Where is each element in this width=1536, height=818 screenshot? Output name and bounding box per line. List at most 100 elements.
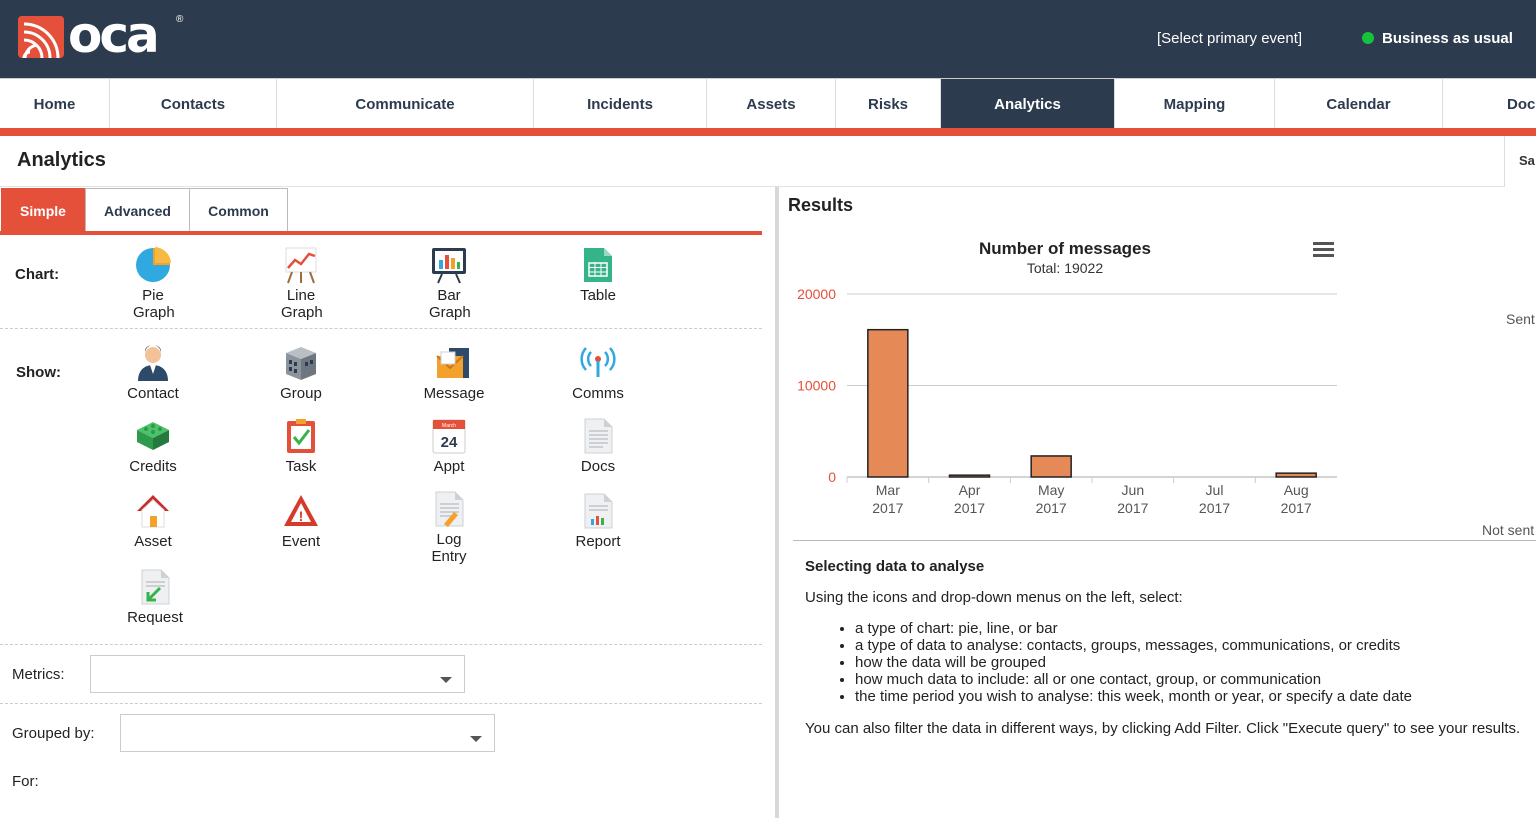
section-divider: [0, 644, 762, 645]
chart-bars: [867, 328, 1317, 478]
logo-signal-icon: [18, 16, 64, 58]
contact-label: Contact: [127, 385, 179, 402]
bar[interactable]: [1275, 472, 1317, 478]
log-entry-option[interactable]: Log Entry: [394, 490, 504, 565]
asset-option[interactable]: Asset: [98, 492, 208, 550]
x-tick-label: Jul: [1206, 482, 1224, 498]
group-option[interactable]: Group: [246, 344, 356, 402]
show-type-label: Show:: [16, 364, 61, 381]
primary-event-selector[interactable]: [Select primary event]: [1157, 30, 1302, 47]
task-option[interactable]: Task: [246, 417, 356, 475]
help-intro: Using the icons and drop-down menus on t…: [805, 589, 1183, 606]
nav-analytics[interactable]: Analytics: [941, 79, 1115, 129]
x-tick-label: Apr: [959, 482, 981, 498]
page-title: Analytics: [17, 149, 106, 171]
logo-registered-mark: ®: [176, 14, 184, 25]
event-label: Event: [281, 533, 321, 550]
bar-graph-label: Bar Graph: [429, 287, 471, 321]
main-nav: Home Contacts Communicate Incidents Asse…: [0, 78, 1536, 129]
line-graph-label: Line Graph: [281, 287, 323, 321]
chart-subtitle: Total: 19022: [1027, 260, 1103, 276]
x-tick-label: 2017: [954, 500, 985, 516]
save-button[interactable]: Sa: [1504, 136, 1536, 187]
table-icon: [579, 246, 617, 284]
nav-contacts[interactable]: Contacts: [110, 79, 277, 129]
tab-underline: [0, 231, 762, 235]
message-option[interactable]: Message: [399, 344, 509, 402]
nav-mapping[interactable]: Mapping: [1115, 79, 1275, 129]
logo-text: oca: [68, 6, 160, 64]
status-dot-icon: [1362, 32, 1374, 44]
comms-icon: [579, 344, 617, 382]
bar[interactable]: [948, 474, 991, 478]
nav-communicate[interactable]: Communicate: [277, 79, 534, 129]
x-tick-label: 2017: [1199, 500, 1230, 516]
help-title: Selecting data to analyse: [805, 558, 985, 575]
asset-icon: [134, 492, 172, 530]
y-tick-label: 20000: [797, 286, 836, 302]
grouped-by-label: Grouped by:: [12, 725, 95, 742]
help-bullet: a type of data to analyse: contacts, gro…: [855, 637, 1530, 654]
appt-option[interactable]: March 24 Appt: [394, 417, 504, 475]
pie-chart-icon: [134, 246, 172, 284]
help-bullet: how much data to include: all or one con…: [855, 671, 1530, 688]
calendar-icon: March 24: [430, 417, 468, 455]
comms-option[interactable]: Comms: [543, 344, 653, 402]
chart-x-labels: Mar 2017 Apr 2017 May 2017 Jun 2017 Jul 2017 Aug 20…: [846, 477, 1312, 516]
chart-menu-icon[interactable]: [1313, 242, 1334, 257]
group-label: Group: [280, 385, 322, 402]
event-option[interactable]: ! Event: [246, 492, 356, 550]
report-option[interactable]: Report: [543, 492, 653, 550]
docs-option[interactable]: Docs: [543, 417, 653, 475]
nav-assets[interactable]: Assets: [707, 79, 836, 129]
section-divider: [0, 328, 762, 329]
contact-option[interactable]: Contact: [98, 344, 208, 402]
comms-label: Comms: [572, 385, 624, 402]
help-bullet: a type of chart: pie, line, or bar: [855, 620, 1530, 637]
bar[interactable]: [1030, 455, 1072, 478]
status-indicator[interactable]: Business as usual: [1362, 30, 1513, 47]
appt-label: Appt: [433, 458, 465, 475]
request-option[interactable]: Request: [100, 568, 210, 626]
results-title: Results: [788, 195, 854, 215]
report-icon: [579, 492, 617, 530]
nav-documents[interactable]: Doc: [1443, 79, 1536, 129]
nav-accent-bar: [0, 128, 1536, 136]
oca-logo[interactable]: oca ®: [18, 6, 188, 64]
metrics-select[interactable]: [90, 655, 465, 693]
calendar-month-text: March: [442, 423, 456, 429]
line-graph-option[interactable]: Line Graph: [246, 246, 356, 321]
metrics-label: Metrics:: [12, 666, 65, 683]
contact-icon: [134, 344, 172, 382]
group-icon: [282, 344, 320, 382]
pie-graph-option[interactable]: Pie Graph: [98, 246, 208, 321]
x-tick-label: May: [1038, 482, 1064, 498]
nav-home[interactable]: Home: [0, 79, 110, 129]
task-label: Task: [285, 458, 317, 475]
nav-risks[interactable]: Risks: [836, 79, 941, 129]
tab-simple[interactable]: Simple: [1, 188, 85, 233]
nav-incidents[interactable]: Incidents: [534, 79, 707, 129]
tab-common[interactable]: Common: [189, 188, 288, 233]
grouped-by-select[interactable]: [120, 714, 495, 752]
bar-graph-option[interactable]: Bar Graph: [394, 246, 504, 321]
help-bullet: the time period you wish to analyse: thi…: [855, 688, 1530, 705]
nav-calendar[interactable]: Calendar: [1275, 79, 1443, 129]
credits-option[interactable]: Credits: [98, 417, 208, 475]
help-list: a type of chart: pie, line, or bar a typ…: [805, 620, 1530, 705]
request-icon: [136, 568, 174, 606]
side-legend-not-sent: Not sent: [1482, 522, 1535, 538]
bar[interactable]: [867, 328, 909, 478]
credits-icon: [134, 417, 172, 455]
title-divider: [0, 186, 1504, 187]
message-label: Message: [423, 385, 485, 402]
side-legend-sent: Sent: [1506, 311, 1535, 327]
chevron-down-icon: [440, 677, 452, 683]
chart-title: Number of messages: [979, 239, 1151, 258]
help-panel: Selecting data to analyse Using the icon…: [805, 558, 1530, 737]
x-tick-label: Aug: [1284, 482, 1309, 498]
table-option[interactable]: Table: [543, 246, 653, 304]
panel-splitter[interactable]: [775, 187, 779, 818]
pie-graph-label: Pie Graph: [133, 287, 175, 321]
tab-advanced[interactable]: Advanced: [85, 188, 190, 233]
